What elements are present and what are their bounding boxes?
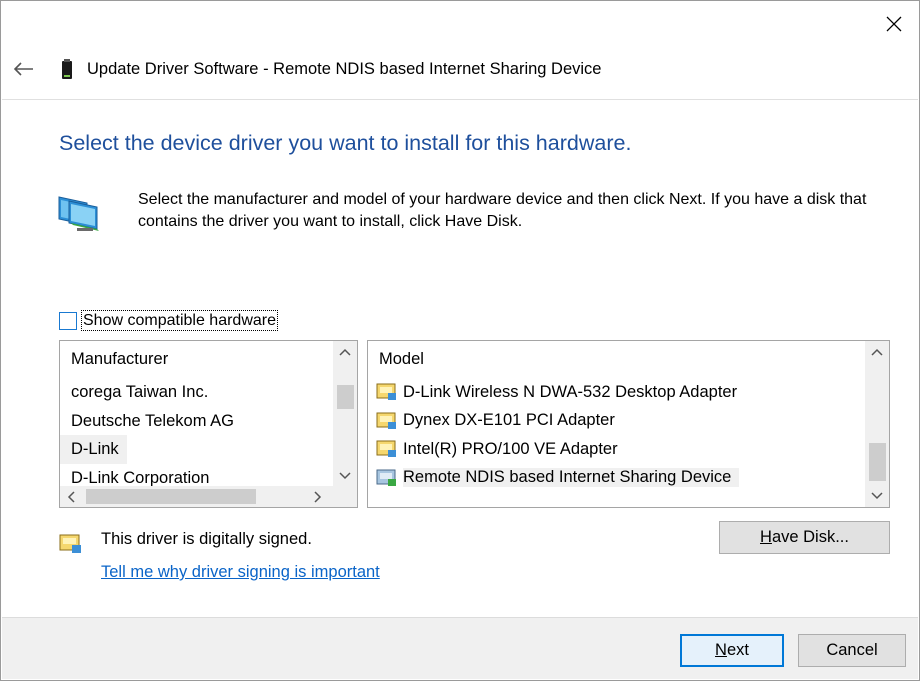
list-item-selected[interactable]: D-Link [60,435,333,464]
scroll-down-button[interactable] [865,485,889,507]
horizontal-scroll-thumb[interactable] [86,489,256,504]
manufacturer-items: corega Taiwan Inc. Deutsche Telekom AG D… [60,378,333,492]
scroll-up-button[interactable] [333,341,357,363]
close-button[interactable] [877,9,911,39]
chevron-up-icon [871,348,883,356]
show-compatible-hardware-toggle[interactable]: Show compatible hardware [59,310,278,331]
scroll-down-button[interactable] [333,465,357,487]
list-item[interactable]: D-Link Wireless N DWA-532 Desktop Adapte… [368,378,865,407]
chevron-down-icon [339,472,351,480]
back-button[interactable] [9,55,37,83]
update-driver-dialog: Update Driver Software - Remote NDIS bas… [0,0,920,681]
scroll-thumb[interactable] [869,443,886,481]
chevron-right-icon [314,490,322,503]
signing-status: This driver is digitally signed. [101,530,312,548]
scroll-thumb[interactable] [337,385,354,409]
chevron-left-icon [67,490,75,503]
model-vertical-scrollbar[interactable] [865,341,889,507]
list-item[interactable]: Intel(R) PRO/100 VE Adapter [368,435,865,464]
scrollbar-corner [333,486,357,507]
signed-driver-icon [376,440,396,458]
scroll-left-button[interactable] [60,486,82,507]
list-item[interactable]: Dynex DX-E101 PCI Adapter [368,407,865,436]
window-title: Update Driver Software - Remote NDIS bas… [87,60,602,78]
list-item[interactable]: corega Taiwan Inc. [60,378,333,407]
have-disk-button[interactable]: Have Disk... [719,521,890,554]
signed-driver-icon [59,534,81,553]
show-compatible-checkbox[interactable] [59,311,77,330]
show-compatible-label[interactable]: Show compatible hardware [81,310,278,331]
list-item-selected[interactable]: Remote NDIS based Internet Sharing Devic… [368,464,865,493]
signed-driver-icon [376,412,396,429]
chevron-up-icon [339,348,351,356]
close-icon [886,16,902,32]
manufacturer-vertical-scrollbar[interactable] [333,341,357,487]
manufacturer-horizontal-scrollbar[interactable] [60,486,333,507]
scroll-right-button[interactable] [307,486,329,507]
device-icon [62,59,72,79]
signed-driver-icon [376,383,396,401]
page-description: Select the manufacturer and model of you… [138,191,867,230]
next-button[interactable]: Next [680,634,784,667]
scroll-up-button[interactable] [865,341,889,363]
model-column-header: Model [379,350,424,368]
driver-signing-link[interactable]: Tell me why driver signing is important [101,563,380,582]
manufacturer-listbox[interactable]: Manufacturer corega Taiwan Inc. Deutsche… [59,340,358,508]
back-arrow-icon [13,62,33,76]
cancel-button[interactable]: Cancel [798,634,906,667]
network-adapter-icon [58,196,99,231]
model-items: D-Link Wireless N DWA-532 Desktop Adapte… [368,378,865,492]
list-item[interactable]: Deutsche Telekom AG [60,407,333,436]
header-divider [2,99,918,100]
chevron-down-icon [871,492,883,500]
signed-driver-icon [376,469,396,486]
model-listbox[interactable]: Model D-Link Wireless N DWA-532 Desktop … [367,340,890,508]
page-instruction: Select the device driver you want to ins… [59,131,632,155]
manufacturer-column-header: Manufacturer [71,350,169,368]
